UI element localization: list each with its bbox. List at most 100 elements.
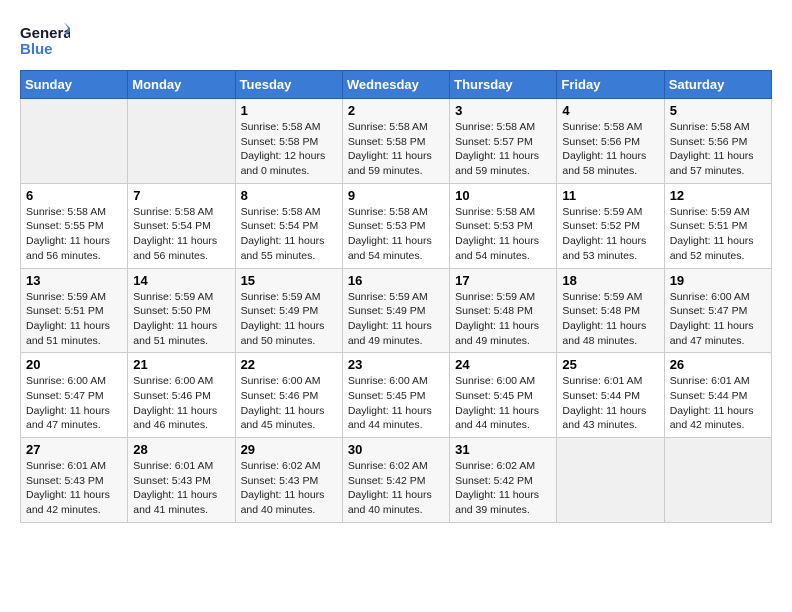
day-number: 9 — [348, 188, 444, 203]
cell-info: Sunrise: 6:01 AMSunset: 5:44 PMDaylight:… — [670, 374, 766, 433]
calendar-cell: 24 Sunrise: 6:00 AMSunset: 5:45 PMDayligh… — [450, 353, 557, 438]
calendar-cell: 8 Sunrise: 5:58 AMSunset: 5:54 PMDaylight… — [235, 183, 342, 268]
cell-info: Sunrise: 6:02 AMSunset: 5:42 PMDaylight:… — [455, 459, 551, 518]
logo-container: General Blue — [20, 20, 70, 60]
calendar-table: SundayMondayTuesdayWednesdayThursdayFrid… — [20, 70, 772, 523]
calendar-cell: 20 Sunrise: 6:00 AMSunset: 5:47 PMDayligh… — [21, 353, 128, 438]
page-header: General Blue — [20, 20, 772, 60]
calendar-cell: 5 Sunrise: 5:58 AMSunset: 5:56 PMDaylight… — [664, 99, 771, 184]
calendar-week-row: 6Sunrise: 5:58 AMSunset: 5:55 PMDaylight… — [21, 183, 772, 268]
day-number: 19 — [670, 273, 766, 288]
day-number: 5 — [670, 103, 766, 118]
day-number: 29 — [241, 442, 337, 457]
calendar-cell: 10 Sunrise: 5:58 AMSunset: 5:53 PMDayligh… — [450, 183, 557, 268]
calendar-cell: 21 Sunrise: 6:00 AMSunset: 5:46 PMDayligh… — [128, 353, 235, 438]
day-number: 21 — [133, 357, 229, 372]
day-number: 13 — [26, 273, 122, 288]
cell-info: Sunrise: 6:00 AMSunset: 5:47 PMDaylight:… — [26, 374, 122, 433]
day-number: 18 — [562, 273, 658, 288]
day-number: 22 — [241, 357, 337, 372]
day-number: 26 — [670, 357, 766, 372]
cell-info: Sunrise: 6:00 AMSunset: 5:45 PMDaylight:… — [455, 374, 551, 433]
calendar-week-row: 1 Sunrise: 5:58 AMSunset: 5:58 PMDaylight… — [21, 99, 772, 184]
weekday-header-row: SundayMondayTuesdayWednesdayThursdayFrid… — [21, 71, 772, 99]
day-number: 1 — [241, 103, 337, 118]
cell-info: Sunrise: 5:58 AMSunset: 5:58 PMDaylight:… — [241, 120, 337, 179]
calendar-cell: 28 Sunrise: 6:01 AMSunset: 5:43 PMDayligh… — [128, 438, 235, 523]
calendar-cell: 26 Sunrise: 6:01 AMSunset: 5:44 PMDayligh… — [664, 353, 771, 438]
calendar-cell — [128, 99, 235, 184]
calendar-cell: 12 Sunrise: 5:59 AMSunset: 5:51 PMDayligh… — [664, 183, 771, 268]
day-number: 16 — [348, 273, 444, 288]
calendar-cell: 19 Sunrise: 6:00 AMSunset: 5:47 PMDayligh… — [664, 268, 771, 353]
cell-info: Sunrise: 5:59 AMSunset: 5:49 PMDaylight:… — [348, 290, 444, 349]
day-number: 28 — [133, 442, 229, 457]
cell-info: Sunrise: 6:02 AMSunset: 5:42 PMDaylight:… — [348, 459, 444, 518]
day-number: 12 — [670, 188, 766, 203]
day-number: 20 — [26, 357, 122, 372]
svg-text:General: General — [20, 25, 70, 42]
calendar-cell — [664, 438, 771, 523]
cell-info: Sunrise: 6:00 AMSunset: 5:45 PMDaylight:… — [348, 374, 444, 433]
cell-info: Sunrise: 5:58 AMSunset: 5:53 PMDaylight:… — [455, 205, 551, 264]
day-number: 3 — [455, 103, 551, 118]
weekday-cell: Monday — [128, 71, 235, 99]
weekday-cell: Tuesday — [235, 71, 342, 99]
calendar-cell: 17 Sunrise: 5:59 AMSunset: 5:48 PMDayligh… — [450, 268, 557, 353]
calendar-cell: 9Sunrise: 5:58 AMSunset: 5:53 PMDaylight… — [342, 183, 449, 268]
day-number: 17 — [455, 273, 551, 288]
day-number: 24 — [455, 357, 551, 372]
cell-info: Sunrise: 6:00 AMSunset: 5:46 PMDaylight:… — [133, 374, 229, 433]
day-number: 11 — [562, 188, 658, 203]
cell-info: Sunrise: 6:01 AMSunset: 5:44 PMDaylight:… — [562, 374, 658, 433]
cell-info: Sunrise: 5:59 AMSunset: 5:50 PMDaylight:… — [133, 290, 229, 349]
cell-info: Sunrise: 5:58 AMSunset: 5:56 PMDaylight:… — [670, 120, 766, 179]
cell-info: Sunrise: 5:59 AMSunset: 5:48 PMDaylight:… — [562, 290, 658, 349]
day-number: 23 — [348, 357, 444, 372]
cell-info: Sunrise: 5:58 AMSunset: 5:55 PMDaylight:… — [26, 205, 122, 264]
cell-info: Sunrise: 5:59 AMSunset: 5:52 PMDaylight:… — [562, 205, 658, 264]
cell-info: Sunrise: 6:00 AMSunset: 5:46 PMDaylight:… — [241, 374, 337, 433]
day-number: 27 — [26, 442, 122, 457]
day-number: 10 — [455, 188, 551, 203]
calendar-cell: 27 Sunrise: 6:01 AMSunset: 5:43 PMDayligh… — [21, 438, 128, 523]
weekday-cell: Thursday — [450, 71, 557, 99]
logo-icon: General Blue — [20, 20, 70, 60]
weekday-cell: Sunday — [21, 71, 128, 99]
cell-info: Sunrise: 6:01 AMSunset: 5:43 PMDaylight:… — [133, 459, 229, 518]
calendar-week-row: 13 Sunrise: 5:59 AMSunset: 5:51 PMDayligh… — [21, 268, 772, 353]
calendar-cell: 2Sunrise: 5:58 AMSunset: 5:58 PMDaylight… — [342, 99, 449, 184]
calendar-cell: 6Sunrise: 5:58 AMSunset: 5:55 PMDaylight… — [21, 183, 128, 268]
calendar-cell: 29 Sunrise: 6:02 AMSunset: 5:43 PMDayligh… — [235, 438, 342, 523]
cell-info: Sunrise: 5:58 AMSunset: 5:56 PMDaylight:… — [562, 120, 658, 179]
cell-info: Sunrise: 5:58 AMSunset: 5:54 PMDaylight:… — [133, 205, 229, 264]
calendar-cell: 15Sunrise: 5:59 AMSunset: 5:49 PMDayligh… — [235, 268, 342, 353]
calendar-cell: 13 Sunrise: 5:59 AMSunset: 5:51 PMDayligh… — [21, 268, 128, 353]
logo: General Blue — [20, 20, 70, 60]
calendar-week-row: 20 Sunrise: 6:00 AMSunset: 5:47 PMDayligh… — [21, 353, 772, 438]
cell-info: Sunrise: 5:59 AMSunset: 5:51 PMDaylight:… — [670, 205, 766, 264]
calendar-cell: 22 Sunrise: 6:00 AMSunset: 5:46 PMDayligh… — [235, 353, 342, 438]
cell-info: Sunrise: 6:01 AMSunset: 5:43 PMDaylight:… — [26, 459, 122, 518]
cell-info: Sunrise: 5:58 AMSunset: 5:54 PMDaylight:… — [241, 205, 337, 264]
cell-info: Sunrise: 5:59 AMSunset: 5:48 PMDaylight:… — [455, 290, 551, 349]
calendar-cell: 14 Sunrise: 5:59 AMSunset: 5:50 PMDayligh… — [128, 268, 235, 353]
day-number: 25 — [562, 357, 658, 372]
day-number: 15 — [241, 273, 337, 288]
day-number: 2 — [348, 103, 444, 118]
cell-info: Sunrise: 5:59 AMSunset: 5:51 PMDaylight:… — [26, 290, 122, 349]
cell-info: Sunrise: 5:58 AMSunset: 5:57 PMDaylight:… — [455, 120, 551, 179]
svg-text:Blue: Blue — [20, 41, 53, 58]
day-number: 7 — [133, 188, 229, 203]
weekday-cell: Friday — [557, 71, 664, 99]
cell-info: Sunrise: 6:02 AMSunset: 5:43 PMDaylight:… — [241, 459, 337, 518]
calendar-cell: 18 Sunrise: 5:59 AMSunset: 5:48 PMDayligh… — [557, 268, 664, 353]
cell-info: Sunrise: 6:00 AMSunset: 5:47 PMDaylight:… — [670, 290, 766, 349]
calendar-cell — [557, 438, 664, 523]
day-number: 14 — [133, 273, 229, 288]
weekday-cell: Saturday — [664, 71, 771, 99]
calendar-body: 1 Sunrise: 5:58 AMSunset: 5:58 PMDaylight… — [21, 99, 772, 523]
day-number: 4 — [562, 103, 658, 118]
day-number: 8 — [241, 188, 337, 203]
day-number: 30 — [348, 442, 444, 457]
